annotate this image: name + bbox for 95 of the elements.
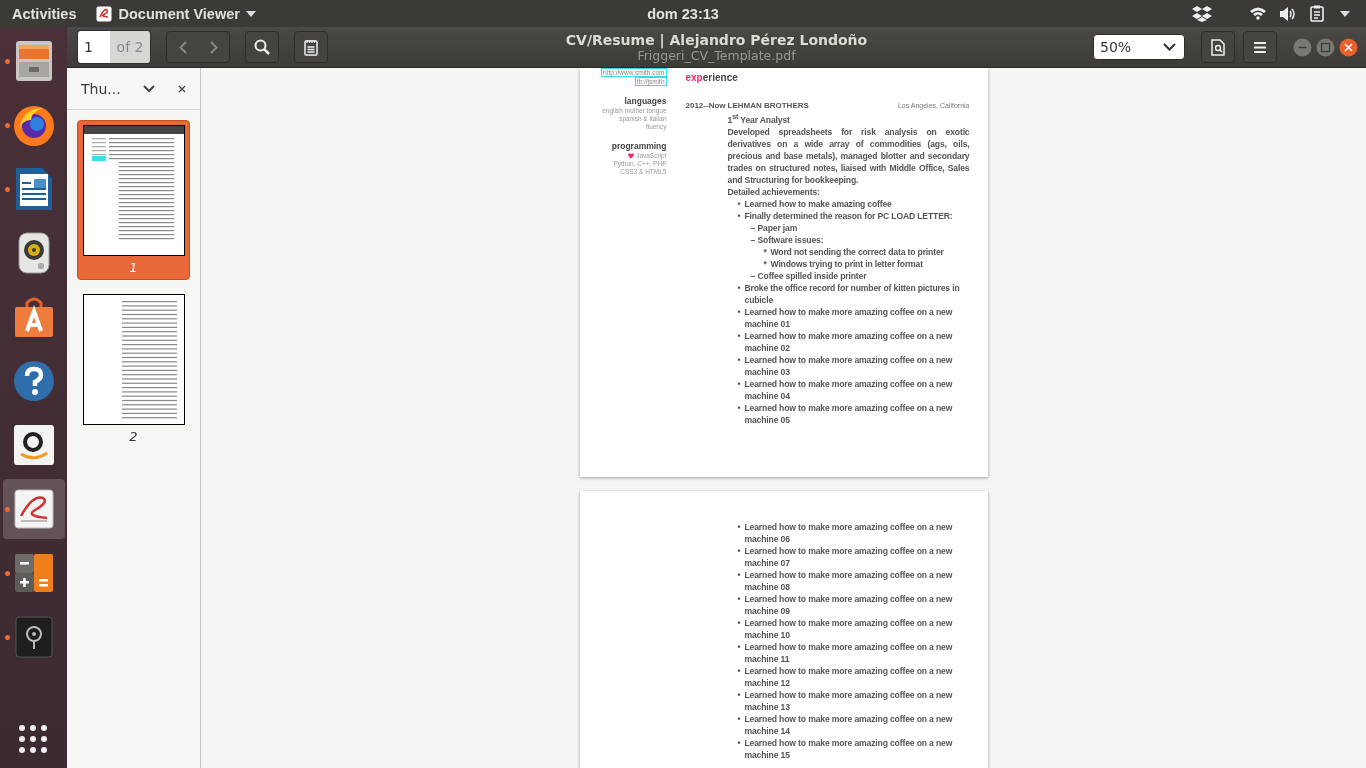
- boxes-icon[interactable]: [1192, 5, 1212, 22]
- list-item-text: Broke the office record for number of kitten pictures in cubicle: [744, 281, 961, 306]
- help-icon: [12, 360, 55, 402]
- sidebar-mode-dropdown[interactable]: Thu...: [81, 80, 121, 97]
- list-item-text: Paper jam: [757, 221, 798, 234]
- search-icon: [254, 39, 270, 55]
- app-menu[interactable]: Document Viewer: [96, 5, 256, 22]
- dock-item[interactable]: [2, 479, 65, 539]
- list-item-text: Finally determined the reason for PC LOAD LETTER:: [744, 209, 953, 222]
- bullet-marker: •: [737, 641, 742, 654]
- section-heading: experience: [685, 72, 739, 84]
- window-title: CV/Resume | Alejandro Pérez Londoño: [565, 31, 868, 48]
- list-item-text: Learned how to make more amazing coffee on a new machine 08: [744, 569, 954, 593]
- clipboard-icon[interactable]: [1310, 5, 1326, 22]
- wifi-icon[interactable]: [1250, 7, 1266, 20]
- section-heading: programming: [611, 141, 667, 152]
- smile-tile-icon: [12, 424, 55, 466]
- bullet-marker: •: [737, 545, 742, 558]
- list-item-text: Learned how to make more amazing coffee on a new machine 05: [744, 401, 954, 426]
- list-item-text: Software issues:: [757, 233, 824, 246]
- chevron-left-icon: [178, 40, 187, 54]
- section-heading: languages: [624, 96, 667, 107]
- list-item-text: Learned how to make more amazing coffee on a new machine 01: [744, 305, 954, 330]
- bullet-marker: •: [737, 737, 742, 750]
- calculator-icon: [13, 553, 54, 593]
- caret-icon[interactable]: [1340, 10, 1350, 17]
- bullet-marker: •: [737, 329, 742, 343]
- page-thumbnail-item[interactable]: 2: [77, 290, 190, 448]
- list-item-text: Learned how to make more amazing coffee on a new machine 15: [744, 737, 954, 761]
- list-item-text: Learned how to make more amazing coffee on a new machine 06: [744, 521, 954, 545]
- volume-icon[interactable]: [1280, 6, 1296, 21]
- bullet-marker: *: [763, 257, 768, 270]
- list-item-text: Coffee spilled inside printer: [757, 269, 867, 282]
- bullet-marker: •: [737, 281, 742, 295]
- list-item-text: Learned how to make amazing coffee: [744, 197, 892, 210]
- bullet-marker: •: [737, 305, 742, 319]
- bullet-marker: –: [750, 269, 757, 282]
- list-item-text: Learned how to make more amazing coffee on a new machine 11: [744, 641, 954, 665]
- list-item-text: Learned how to make more amazing coffee on a new machine 13: [744, 689, 954, 713]
- chevron-down-icon[interactable]: [143, 84, 156, 93]
- bullet-marker: •: [737, 401, 742, 415]
- menu-icon: [1254, 41, 1266, 53]
- close-button[interactable]: [1339, 37, 1358, 57]
- bullet-marker: •: [737, 593, 742, 606]
- close-icon[interactable]: [178, 84, 186, 93]
- document-properties-button[interactable]: [1201, 31, 1235, 63]
- job-role: 1$^{st}$ Year Analyst: [727, 112, 791, 126]
- pdf-app-icon: [96, 5, 113, 22]
- list-item-text: Learned how to make more amazing coffee on a new machine 07: [744, 545, 954, 569]
- list-item-text: Word not sending the correct data to printer: [770, 245, 944, 258]
- page-field[interactable]: 1 of 2: [77, 30, 151, 64]
- bullet-marker: •: [737, 617, 742, 630]
- document-search-icon: [1211, 38, 1225, 56]
- file-name: Friggeri_CV_Template.pdf: [637, 47, 796, 63]
- bullet-marker: •: [737, 665, 742, 678]
- bullet-marker: •: [737, 377, 742, 391]
- bullet-marker: *: [763, 245, 768, 258]
- list-item-text: Learned how to make more amazing coffee on a new machine 02: [744, 329, 954, 354]
- caret-icon: [245, 10, 256, 17]
- bullet-marker: •: [737, 713, 742, 726]
- activities-button[interactable]: Activities: [12, 5, 77, 22]
- dark-safe-icon: [13, 615, 54, 659]
- job-date: 2012--Now: [685, 100, 726, 111]
- bullet-marker: –: [750, 221, 757, 234]
- bullet-marker: •: [737, 197, 742, 210]
- achievements-label: Detailed achievements:: [727, 185, 821, 198]
- chevron-right-icon: [209, 40, 218, 54]
- minimize-button[interactable]: [1293, 37, 1312, 57]
- list-item-text: Learned how to make more amazing coffee on a new machine 14: [744, 713, 954, 737]
- document-icon: [13, 166, 54, 212]
- list-item-text: Windows trying to print in letter format: [770, 257, 923, 270]
- clock[interactable]: dom 23:13: [647, 5, 719, 22]
- bullet-marker: •: [737, 569, 742, 582]
- pdf-document-icon: [12, 488, 55, 530]
- chevron-down-icon: [1163, 43, 1176, 51]
- bullet-marker: •: [737, 521, 742, 534]
- zoom-dropdown[interactable]: 50%: [1093, 34, 1185, 60]
- job-description: Developed spreadsheets for risk analysis on exotic derivatives on a wide array of commodities (ags, oils, precious and base metals), managed blotter and secondary trades on structured notes, liaised with Middle Office, Sales and Structuring for bookkeeping.: [727, 125, 970, 186]
- bullet-marker: –: [750, 233, 757, 246]
- bullet-marker: •: [737, 689, 742, 702]
- list-item-text: Learned how to make more amazing coffee on a new machine 09: [744, 593, 954, 617]
- bullet-marker: •: [737, 209, 742, 222]
- company-name: LEHMAN BROTHERS: [727, 100, 809, 111]
- bullet-marker: •: [737, 353, 742, 367]
- list-item-text: Learned how to make more amazing coffee on a new machine 10: [744, 617, 954, 641]
- annotations-button[interactable]: [294, 31, 328, 63]
- notepad-icon: [304, 38, 318, 56]
- heart-icon: [628, 153, 635, 159]
- list-item-text: Learned how to make more amazing coffee on a new machine 03: [744, 353, 954, 378]
- search-button[interactable]: [245, 31, 279, 63]
- list-item-text: Learned how to make more amazing coffee on a new machine 12: [744, 665, 954, 689]
- shopping-bag-icon: [12, 295, 55, 339]
- list-item-text: Learned how to make more amazing coffee on a new machine 04: [744, 377, 954, 402]
- menu-button[interactable]: [1243, 31, 1277, 63]
- app-grid-icon[interactable]: [18, 724, 48, 754]
